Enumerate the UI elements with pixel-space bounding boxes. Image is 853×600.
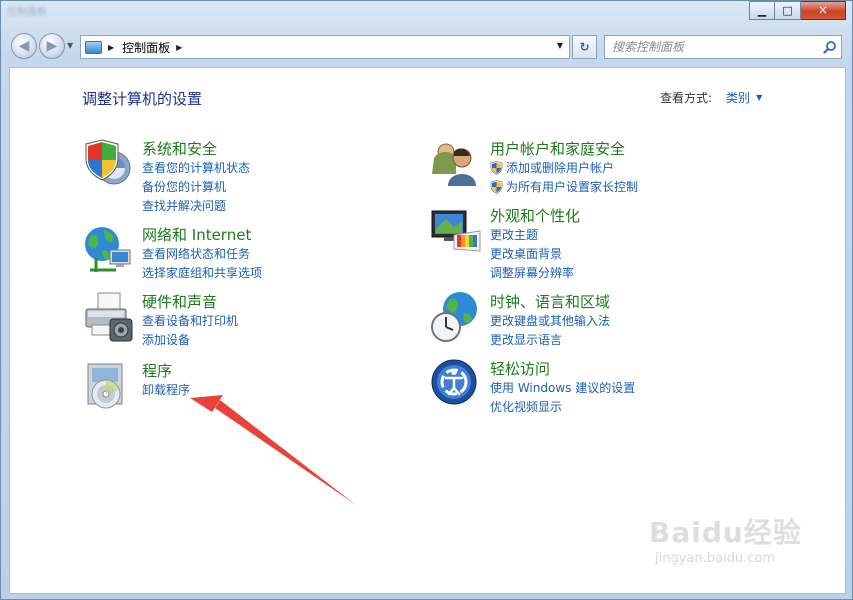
category-clock-language-region: 时钟、语言和区域 更改键盘或其他输入法 更改显示语言	[430, 291, 750, 351]
category-links: 更改主题 更改桌面背景 调整屏幕分辨率	[490, 225, 574, 282]
content-pane: 调整计算机的设置 查看方式: 类别 ▼ 系统和安全 查看您的计算机状态 备份您的…	[9, 67, 846, 594]
link-text[interactable]: 添加或删除用户帐户	[506, 159, 614, 176]
forward-arrow-icon: ▶	[46, 38, 58, 54]
navigation-bar: ◀ ▶ ▼ ▶ 控制面板 ▶ ▼ ↻	[1, 31, 853, 61]
category-links: 查看您的计算机状态 备份您的计算机 查找并解决问题	[142, 158, 250, 215]
link-change-display-language[interactable]: 更改显示语言	[490, 330, 610, 349]
search-icon[interactable]	[823, 40, 837, 54]
category-hardware-sound: 硬件和声音 查看设备和打印机 添加设备	[82, 291, 382, 351]
window-controls: ▁ □ ✕	[749, 1, 846, 20]
view-by: 查看方式: 类别 ▼	[660, 89, 762, 106]
network-globe-icon[interactable]	[82, 224, 134, 276]
link-add-device[interactable]: 添加设备	[142, 330, 238, 349]
category-title[interactable]: 轻松访问	[490, 358, 550, 379]
link-uninstall-program[interactable]: 卸载程序	[142, 380, 190, 399]
breadcrumb-chevron-icon[interactable]: ▶	[108, 43, 114, 52]
maximize-icon: □	[782, 4, 793, 17]
search-box[interactable]	[604, 35, 842, 59]
breadcrumb-control-panel[interactable]: 控制面板	[122, 39, 170, 56]
category-user-accounts: 用户帐户和家庭安全 添加或删除用户帐户 为所有用户设置家长控制	[430, 138, 750, 198]
ease-of-access-icon[interactable]	[430, 358, 482, 410]
link-parental-controls[interactable]: 为所有用户设置家长控制	[490, 177, 638, 196]
category-appearance: 外观和个性化 更改主题 更改桌面背景 调整屏幕分辨率	[430, 205, 750, 285]
control-panel-icon	[85, 40, 102, 54]
category-title[interactable]: 系统和安全	[142, 138, 217, 159]
refresh-icon: ↻	[579, 40, 590, 54]
category-links: 查看设备和打印机 添加设备	[142, 311, 238, 349]
minimize-button[interactable]: ▁	[749, 1, 775, 20]
link-change-desktop-background[interactable]: 更改桌面背景	[490, 244, 574, 263]
category-links: 查看网络状态和任务 选择家庭组和共享选项	[142, 244, 262, 282]
category-system-security: 系统和安全 查看您的计算机状态 备份您的计算机 查找并解决问题	[82, 138, 382, 218]
forward-button[interactable]: ▶	[39, 33, 65, 59]
back-button[interactable]: ◀	[11, 33, 37, 59]
users-icon[interactable]	[430, 138, 482, 190]
page-title: 调整计算机的设置	[82, 90, 203, 108]
link-text[interactable]: 为所有用户设置家长控制	[506, 178, 638, 195]
category-links: 使用 Windows 建议的设置 优化视频显示	[490, 378, 635, 416]
category-title[interactable]: 网络和 Internet	[142, 224, 251, 245]
monitor-palette-icon[interactable]	[430, 205, 482, 257]
printer-icon[interactable]	[82, 291, 134, 343]
link-backup-computer[interactable]: 备份您的计算机	[142, 177, 250, 196]
back-arrow-icon: ◀	[18, 38, 30, 54]
category-title[interactable]: 用户帐户和家庭安全	[490, 138, 625, 159]
address-history-dropdown[interactable]: ▼	[557, 41, 563, 50]
link-network-status[interactable]: 查看网络状态和任务	[142, 244, 262, 263]
category-title[interactable]: 时钟、语言和区域	[490, 291, 610, 312]
uac-shield-icon	[490, 160, 503, 175]
refresh-button[interactable]: ↻	[572, 35, 597, 59]
link-add-remove-accounts[interactable]: 添加或删除用户帐户	[490, 158, 638, 177]
category-network-internet: 网络和 Internet 查看网络状态和任务 选择家庭组和共享选项	[82, 224, 382, 284]
link-devices-printers[interactable]: 查看设备和打印机	[142, 311, 238, 330]
category-title[interactable]: 硬件和声音	[142, 291, 217, 312]
category-ease-of-access: 轻松访问 使用 Windows 建议的设置 优化视频显示	[430, 358, 750, 418]
category-title[interactable]: 程序	[142, 360, 172, 381]
uac-shield-icon	[490, 179, 503, 194]
category-links: 更改键盘或其他输入法 更改显示语言	[490, 311, 610, 349]
minimize-icon: ▁	[757, 4, 767, 17]
control-panel-window: 控制面板 ▁ □ ✕ ◀ ▶ ▼ ▶ 控制面板 ▶ ▼ ↻ 调整计算机的设置 查…	[0, 0, 853, 600]
breadcrumb-chevron-icon[interactable]: ▶	[176, 43, 182, 52]
view-by-dropdown[interactable]: 类别	[726, 89, 750, 106]
search-input[interactable]	[612, 40, 822, 54]
category-title[interactable]: 外观和个性化	[490, 205, 580, 226]
close-button[interactable]: ✕	[801, 1, 846, 20]
category-links: 卸载程序	[142, 380, 190, 399]
maximize-button[interactable]: □	[775, 1, 801, 20]
view-by-label: 查看方式:	[660, 91, 713, 105]
link-change-input-method[interactable]: 更改键盘或其他输入法	[490, 311, 610, 330]
security-shield-icon[interactable]	[82, 138, 134, 190]
link-view-computer-status[interactable]: 查看您的计算机状态	[142, 158, 250, 177]
link-homegroup-sharing[interactable]: 选择家庭组和共享选项	[142, 263, 262, 282]
category-links: 添加或删除用户帐户 为所有用户设置家长控制	[490, 158, 638, 196]
link-troubleshoot[interactable]: 查找并解决问题	[142, 196, 250, 215]
link-optimize-video-display[interactable]: 优化视频显示	[490, 397, 635, 416]
window-title: 控制面板	[7, 7, 47, 18]
link-windows-suggested-settings[interactable]: 使用 Windows 建议的设置	[490, 378, 635, 397]
category-programs: 程序 卸载程序	[82, 360, 382, 420]
link-change-theme[interactable]: 更改主题	[490, 225, 574, 244]
clock-globe-icon[interactable]	[430, 291, 482, 343]
recent-pages-dropdown[interactable]: ▼	[67, 41, 73, 50]
address-bar[interactable]: ▶ 控制面板 ▶ ▼	[80, 35, 570, 59]
link-adjust-resolution[interactable]: 调整屏幕分辨率	[490, 263, 574, 282]
chevron-down-icon[interactable]: ▼	[756, 93, 762, 102]
close-icon: ✕	[818, 4, 828, 17]
programs-disc-icon[interactable]	[82, 360, 134, 412]
